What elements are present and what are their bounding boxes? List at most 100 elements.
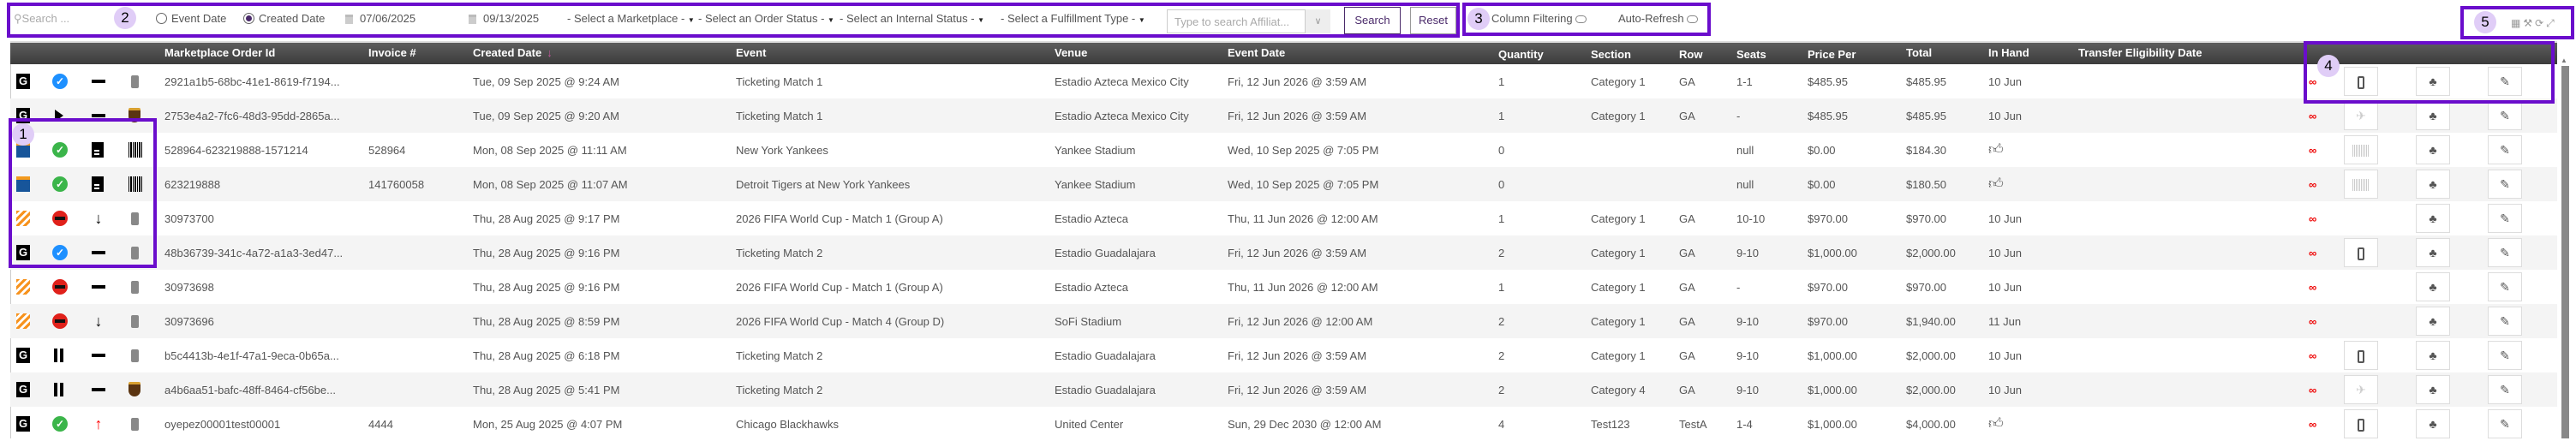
group-button[interactable]: ♣: [2416, 341, 2450, 370]
group-button[interactable]: ♣: [2416, 238, 2450, 267]
edit-button[interactable]: ✎: [2488, 409, 2522, 438]
group-button[interactable]: ♣: [2416, 170, 2450, 199]
order-id-link[interactable]: 2921a1b5-68bc-41e1-8619-f7194...: [164, 75, 340, 88]
order-id-link[interactable]: 30973700: [164, 212, 214, 225]
column-header-invoice[interactable]: Invoice #: [368, 46, 416, 59]
barcode-button[interactable]: [2344, 135, 2378, 164]
table-row[interactable]: G ✓ 48b36739-341c-4a72-a1a3-3ed47... Thu, 2…: [10, 235, 2557, 270]
column-header-venue[interactable]: Venue: [1055, 46, 1087, 59]
column-header-price-per[interactable]: Price Per: [1808, 48, 1856, 61]
link-icon[interactable]: ∞: [2309, 144, 2316, 157]
order-id-link[interactable]: b5c4413b-4e1f-47a1-9eca-0b65a...: [164, 349, 339, 362]
table-row[interactable]: G 2753e4a2-7fc6-48d3-95dd-2865a... Tue, 09…: [10, 98, 2557, 133]
column-header-total[interactable]: Total: [1906, 46, 1932, 59]
column-header-transfer-eligibility-date[interactable]: Transfer Eligibility Date: [2078, 46, 2202, 59]
edit-button[interactable]: ✎: [2488, 341, 2522, 370]
order-id-link[interactable]: a4b6aa51-bafc-48ff-8464-cf56be...: [164, 384, 336, 396]
pencil-icon: ✎: [2500, 177, 2510, 191]
phone-icon: [131, 281, 139, 294]
column-header-event[interactable]: Event: [736, 46, 766, 59]
order-id-link[interactable]: 623219888: [164, 178, 220, 191]
edit-button[interactable]: ✎: [2488, 307, 2522, 336]
order-id-link[interactable]: 30973698: [164, 281, 214, 294]
cell-total: $2,000.00: [1906, 384, 1956, 396]
cell-event-date: Thu, 11 Jun 2026 @ 12:00 AM: [1228, 281, 1378, 294]
order-id-link[interactable]: 30973696: [164, 315, 214, 328]
scrollbar[interactable]: [2561, 66, 2569, 438]
group-button[interactable]: ♣: [2416, 135, 2450, 164]
phone-icon: [2358, 247, 2364, 260]
column-header-in-hand[interactable]: In Hand: [1988, 46, 2029, 59]
column-header-seats[interactable]: Seats: [1736, 48, 1766, 61]
group-button[interactable]: ♣: [2416, 204, 2450, 233]
column-header-event-date[interactable]: Event Date: [1228, 46, 1285, 59]
group-button[interactable]: ♣: [2416, 101, 2450, 130]
scroll-up-icon[interactable]: ▲: [2561, 57, 2567, 64]
pencil-icon: ✎: [2500, 314, 2510, 328]
table-row[interactable]: G ✓ ↑ oyepez00001test00001 4444 Mon, 25 Aug 2…: [10, 407, 2557, 441]
thumbs-up-icon: 👍︎: [1988, 176, 2004, 192]
table-row[interactable]: ✓ 528964-623219888-1571214 528964 Mon, 08 S…: [10, 133, 2557, 167]
link-icon[interactable]: ∞: [2309, 418, 2316, 431]
cell-created: Mon, 08 Sep 2025 @ 11:07 AM: [473, 178, 628, 191]
column-header-row[interactable]: Row: [1679, 48, 1702, 61]
arrow-up-icon: ↑: [94, 415, 103, 432]
cell-in-hand: 10 Jun: [1988, 384, 2023, 396]
edit-button[interactable]: ✎: [2488, 272, 2522, 301]
edit-button[interactable]: ✎: [2488, 238, 2522, 267]
phone-delivery-button[interactable]: [2344, 238, 2378, 267]
table-row[interactable]: Ga4b6aa51-bafc-48ff-8464-cf56be... Thu, 2…: [10, 372, 2557, 407]
pencil-icon: ✎: [2500, 349, 2510, 362]
table-row[interactable]: Gb5c4413b-4e1f-47a1-9eca-0b65a... Thu, 28…: [10, 338, 2557, 372]
phone-icon: [131, 315, 139, 328]
column-header-marketplace-order-id[interactable]: Marketplace Order Id: [164, 46, 275, 59]
edit-button[interactable]: ✎: [2488, 375, 2522, 404]
phone-delivery-button[interactable]: [2344, 409, 2378, 438]
phone-delivery-button[interactable]: [2344, 341, 2378, 370]
cell-event-date: Fri, 12 Jun 2026 @ 3:59 AM: [1228, 75, 1367, 88]
table-row[interactable]: ↓ 30973700 Thu, 28 Aug 2025 @ 9:17 PM 2026 …: [10, 201, 2557, 235]
group-icon: ♣: [2429, 417, 2437, 431]
table-row[interactable]: G ✓ 2921a1b5-68bc-41e1-8619-f7194... Tue, 0…: [10, 64, 2557, 98]
sort-desc-icon[interactable]: ↓: [547, 46, 553, 59]
link-icon[interactable]: ∞: [2309, 281, 2316, 294]
link-icon[interactable]: ∞: [2309, 315, 2316, 328]
column-header-quantity[interactable]: Quantity: [1498, 48, 1544, 61]
cell-section: Test123: [1591, 418, 1630, 431]
edit-button[interactable]: ✎: [2488, 101, 2522, 130]
cell-event: 2026 FIFA World Cup - Match 4 (Group D): [736, 315, 945, 328]
edit-button[interactable]: ✎: [2488, 170, 2522, 199]
order-id-link[interactable]: 48b36739-341c-4a72-a1a3-3ed47...: [164, 247, 343, 259]
dash-icon: [92, 279, 105, 295]
column-header-created-date[interactable]: Created Date ↓: [473, 46, 553, 59]
table-row[interactable]: 30973698 Thu, 28 Aug 2025 @ 9:16 PM 2026 F…: [10, 270, 2557, 304]
table-row[interactable]: ✓ 623219888 141760058 Mon, 08 Sep 2025 @ 11…: [10, 167, 2557, 201]
column-header-section[interactable]: Section: [1591, 48, 1631, 61]
barcode-button[interactable]: [2344, 170, 2378, 199]
cell-row: GA: [1679, 384, 1695, 396]
link-icon[interactable]: ∞: [2309, 247, 2316, 259]
cell-row: GA: [1679, 247, 1695, 259]
link-icon[interactable]: ∞: [2309, 349, 2316, 362]
order-id-link[interactable]: oyepez00001test00001: [164, 418, 280, 431]
group-button[interactable]: ♣: [2416, 307, 2450, 336]
cell-row: GA: [1679, 110, 1695, 122]
order-id-link[interactable]: 528964-623219888-1571214: [164, 144, 308, 157]
link-icon[interactable]: ∞: [2309, 212, 2316, 225]
group-button[interactable]: ♣: [2416, 272, 2450, 301]
order-id-link[interactable]: 2753e4a2-7fc6-48d3-95dd-2865a...: [164, 110, 340, 122]
link-icon[interactable]: ∞: [2309, 110, 2316, 122]
group-button[interactable]: ♣: [2416, 409, 2450, 438]
cell-venue: United Center: [1055, 418, 1124, 431]
cell-total: $485.95: [1906, 110, 1946, 122]
transfer-button[interactable]: ✈: [2344, 375, 2378, 404]
group-button[interactable]: ♣: [2416, 375, 2450, 404]
cell-section: Category 1: [1591, 247, 1646, 259]
transfer-button[interactable]: ✈: [2344, 101, 2378, 130]
link-icon[interactable]: ∞: [2309, 384, 2316, 396]
edit-button[interactable]: ✎: [2488, 204, 2522, 233]
link-icon[interactable]: ∞: [2309, 178, 2316, 191]
cell-section: Category 1: [1591, 349, 1646, 362]
table-row[interactable]: ↓ 30973696 Thu, 28 Aug 2025 @ 8:59 PM 2026 …: [10, 304, 2557, 338]
edit-button[interactable]: ✎: [2488, 135, 2522, 164]
